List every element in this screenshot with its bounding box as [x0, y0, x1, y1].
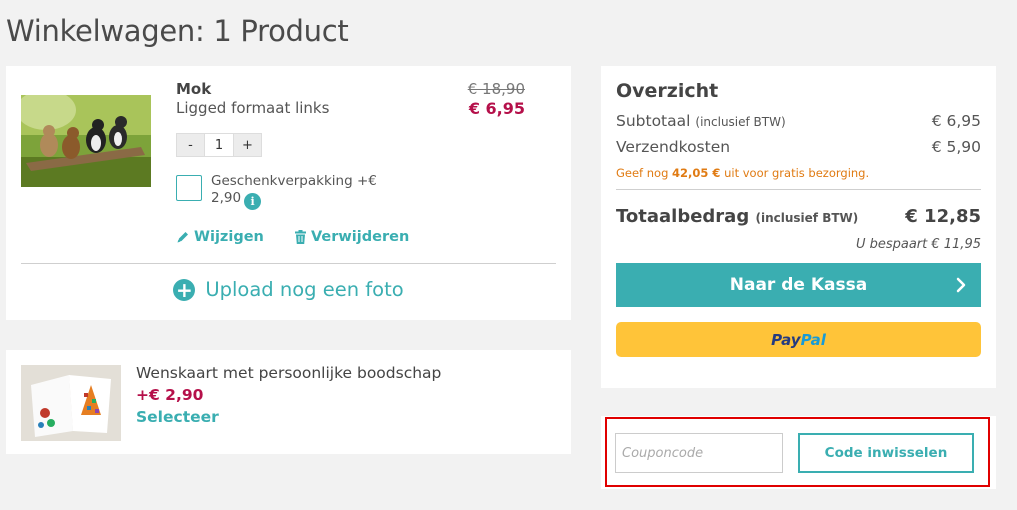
quantity-input[interactable]: 1	[204, 134, 234, 156]
shipping-value: € 5,90	[931, 138, 981, 156]
total-value: € 12,85	[905, 206, 981, 227]
edit-button[interactable]: Wijzigen	[176, 229, 264, 245]
quantity-decrease-button[interactable]: -	[177, 134, 204, 156]
product-variant: Ligged formaat links	[176, 99, 330, 117]
subtotal-label-group: Subtotaal (inclusief BTW)	[616, 112, 786, 130]
free-shipping-suffix: uit voor gratis bezorging.	[724, 166, 870, 180]
upload-label: Upload nog een foto	[205, 278, 404, 301]
product-image[interactable]	[21, 95, 151, 187]
plus-circle-icon: +	[173, 278, 196, 301]
total-note: (inclusief BTW)	[755, 211, 859, 225]
subtotal-note: (inclusief BTW)	[695, 115, 786, 129]
shipping-row: Verzendkosten € 5,90	[616, 138, 981, 156]
free-shipping-note: Geef nog 42,05 € uit voor gratis bezorgi…	[616, 166, 869, 180]
greeting-card-title: Wenskaart met persoonlijke boodschap	[136, 364, 442, 382]
subtotal-row: Subtotaal (inclusief BTW) € 6,95	[616, 112, 981, 130]
total-label-group: Totaalbedrag (inclusief BTW)	[616, 206, 858, 227]
greeting-card-select-link[interactable]: Selecteer	[136, 408, 219, 426]
greeting-card-illustration	[21, 365, 121, 441]
quantity-increase-button[interactable]: +	[234, 134, 261, 156]
paypal-button[interactable]: Pay Pal	[616, 322, 981, 357]
upload-photo-button[interactable]: + Upload nog een foto	[6, 278, 571, 301]
trash-icon	[295, 230, 306, 244]
paypal-logo-pay: Pay	[771, 330, 801, 349]
chevron-right-icon	[956, 277, 966, 293]
summary-divider	[616, 189, 981, 190]
product-photo	[21, 95, 151, 187]
shipping-label: Verzendkosten	[616, 138, 731, 156]
remove-label: Verwijderen	[311, 229, 410, 245]
edit-label: Wijzigen	[194, 229, 264, 245]
greeting-card-image	[21, 365, 121, 441]
greeting-card-price: +€ 2,90	[136, 386, 204, 404]
total-label: Totaalbedrag	[616, 206, 750, 227]
subtotal-label: Subtotaal	[616, 112, 691, 130]
product-name: Mok	[176, 80, 212, 98]
remove-button[interactable]: Verwijderen	[294, 229, 409, 245]
coupon-code-input[interactable]	[615, 433, 783, 473]
sale-price: € 6,95	[468, 99, 525, 118]
quantity-stepper: - 1 +	[176, 133, 262, 157]
checkout-label: Naar de Kassa	[729, 275, 868, 295]
total-row: Totaalbedrag (inclusief BTW) € 12,85	[616, 206, 981, 227]
product-card: Mok Ligged formaat links € 18,90 € 6,95 …	[6, 66, 571, 320]
divider	[21, 263, 556, 264]
pencil-icon	[177, 232, 188, 243]
gift-wrap-text: Geschenkverpakking +€ 2,90	[211, 173, 377, 206]
order-summary: Overzicht Subtotaal (inclusief BTW) € 6,…	[601, 66, 996, 388]
redeem-coupon-button[interactable]: Code inwisselen	[798, 433, 974, 473]
paypal-logo-pal: Pal	[800, 330, 826, 349]
savings-text: U bespaart € 11,95	[855, 237, 981, 252]
gift-wrap-checkbox[interactable]	[176, 175, 202, 201]
info-icon[interactable]: i	[244, 193, 262, 210]
original-price: € 18,90	[467, 80, 525, 98]
gift-wrap-label: Geschenkverpakking +€ 2,90 i	[211, 173, 401, 210]
free-shipping-amount: 42,05 €	[672, 166, 721, 180]
page-title: Winkelwagen: 1 Product	[6, 14, 349, 48]
greeting-card-upsell: Wenskaart met persoonlijke boodschap +€ …	[6, 350, 571, 454]
subtotal-value: € 6,95	[931, 112, 981, 130]
checkout-button[interactable]: Naar de Kassa	[616, 263, 981, 307]
free-shipping-prefix: Geef nog	[616, 166, 669, 180]
summary-title: Overzicht	[616, 80, 719, 102]
